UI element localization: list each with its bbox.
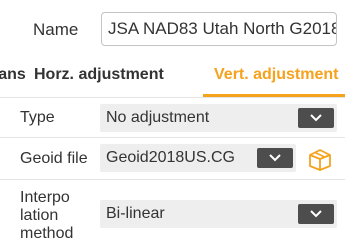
- interpolation-label-line-3: method: [20, 225, 74, 242]
- geoid-file-select[interactable]: Geoid2018US.CG: [100, 144, 296, 172]
- type-row: Type No adjustment: [0, 98, 345, 138]
- package-box-icon[interactable]: [307, 146, 333, 172]
- chevron-down-icon: [269, 154, 281, 162]
- vertical-adjustment-panel: Name JSA NAD83 Utah North G2018 rans Hor…: [0, 0, 345, 250]
- tab-vert-adjustment[interactable]: Vert. adjustment: [214, 66, 338, 84]
- name-input[interactable]: JSA NAD83 Utah North G2018: [101, 12, 337, 46]
- interpolation-value: Bi-linear: [106, 205, 165, 222]
- type-select[interactable]: No adjustment: [100, 104, 337, 132]
- type-label: Type: [20, 109, 55, 126]
- chevron-down-icon: [310, 210, 322, 218]
- tab-horz-adjustment[interactable]: Horz. adjustment: [34, 66, 164, 84]
- interpolation-label-line-2: lation: [20, 207, 59, 224]
- interpolation-label-line-1: Interpo: [20, 189, 70, 206]
- geoid-file-label: Geoid file: [20, 150, 88, 167]
- tab-transformation[interactable]: rans: [0, 66, 26, 84]
- interpolation-row: Interpo lation method Bi-linear: [0, 180, 345, 250]
- interpolation-select[interactable]: Bi-linear: [100, 200, 337, 228]
- tab-bar: rans Horz. adjustment Vert. adjustment: [0, 58, 345, 98]
- geoid-file-row: Geoid file Geoid2018US.CG: [0, 138, 345, 180]
- type-dropdown-button[interactable]: [298, 108, 334, 128]
- name-row: Name JSA NAD83 Utah North G2018: [0, 0, 345, 58]
- chevron-down-icon: [310, 114, 322, 122]
- geoid-dropdown-button[interactable]: [257, 148, 293, 168]
- name-label: Name: [33, 20, 79, 39]
- interpolation-label: Interpo lation method: [20, 189, 73, 243]
- interpolation-dropdown-button[interactable]: [298, 204, 334, 224]
- type-select-value: No adjustment: [106, 109, 210, 126]
- geoid-file-value: Geoid2018US.CG: [106, 149, 235, 166]
